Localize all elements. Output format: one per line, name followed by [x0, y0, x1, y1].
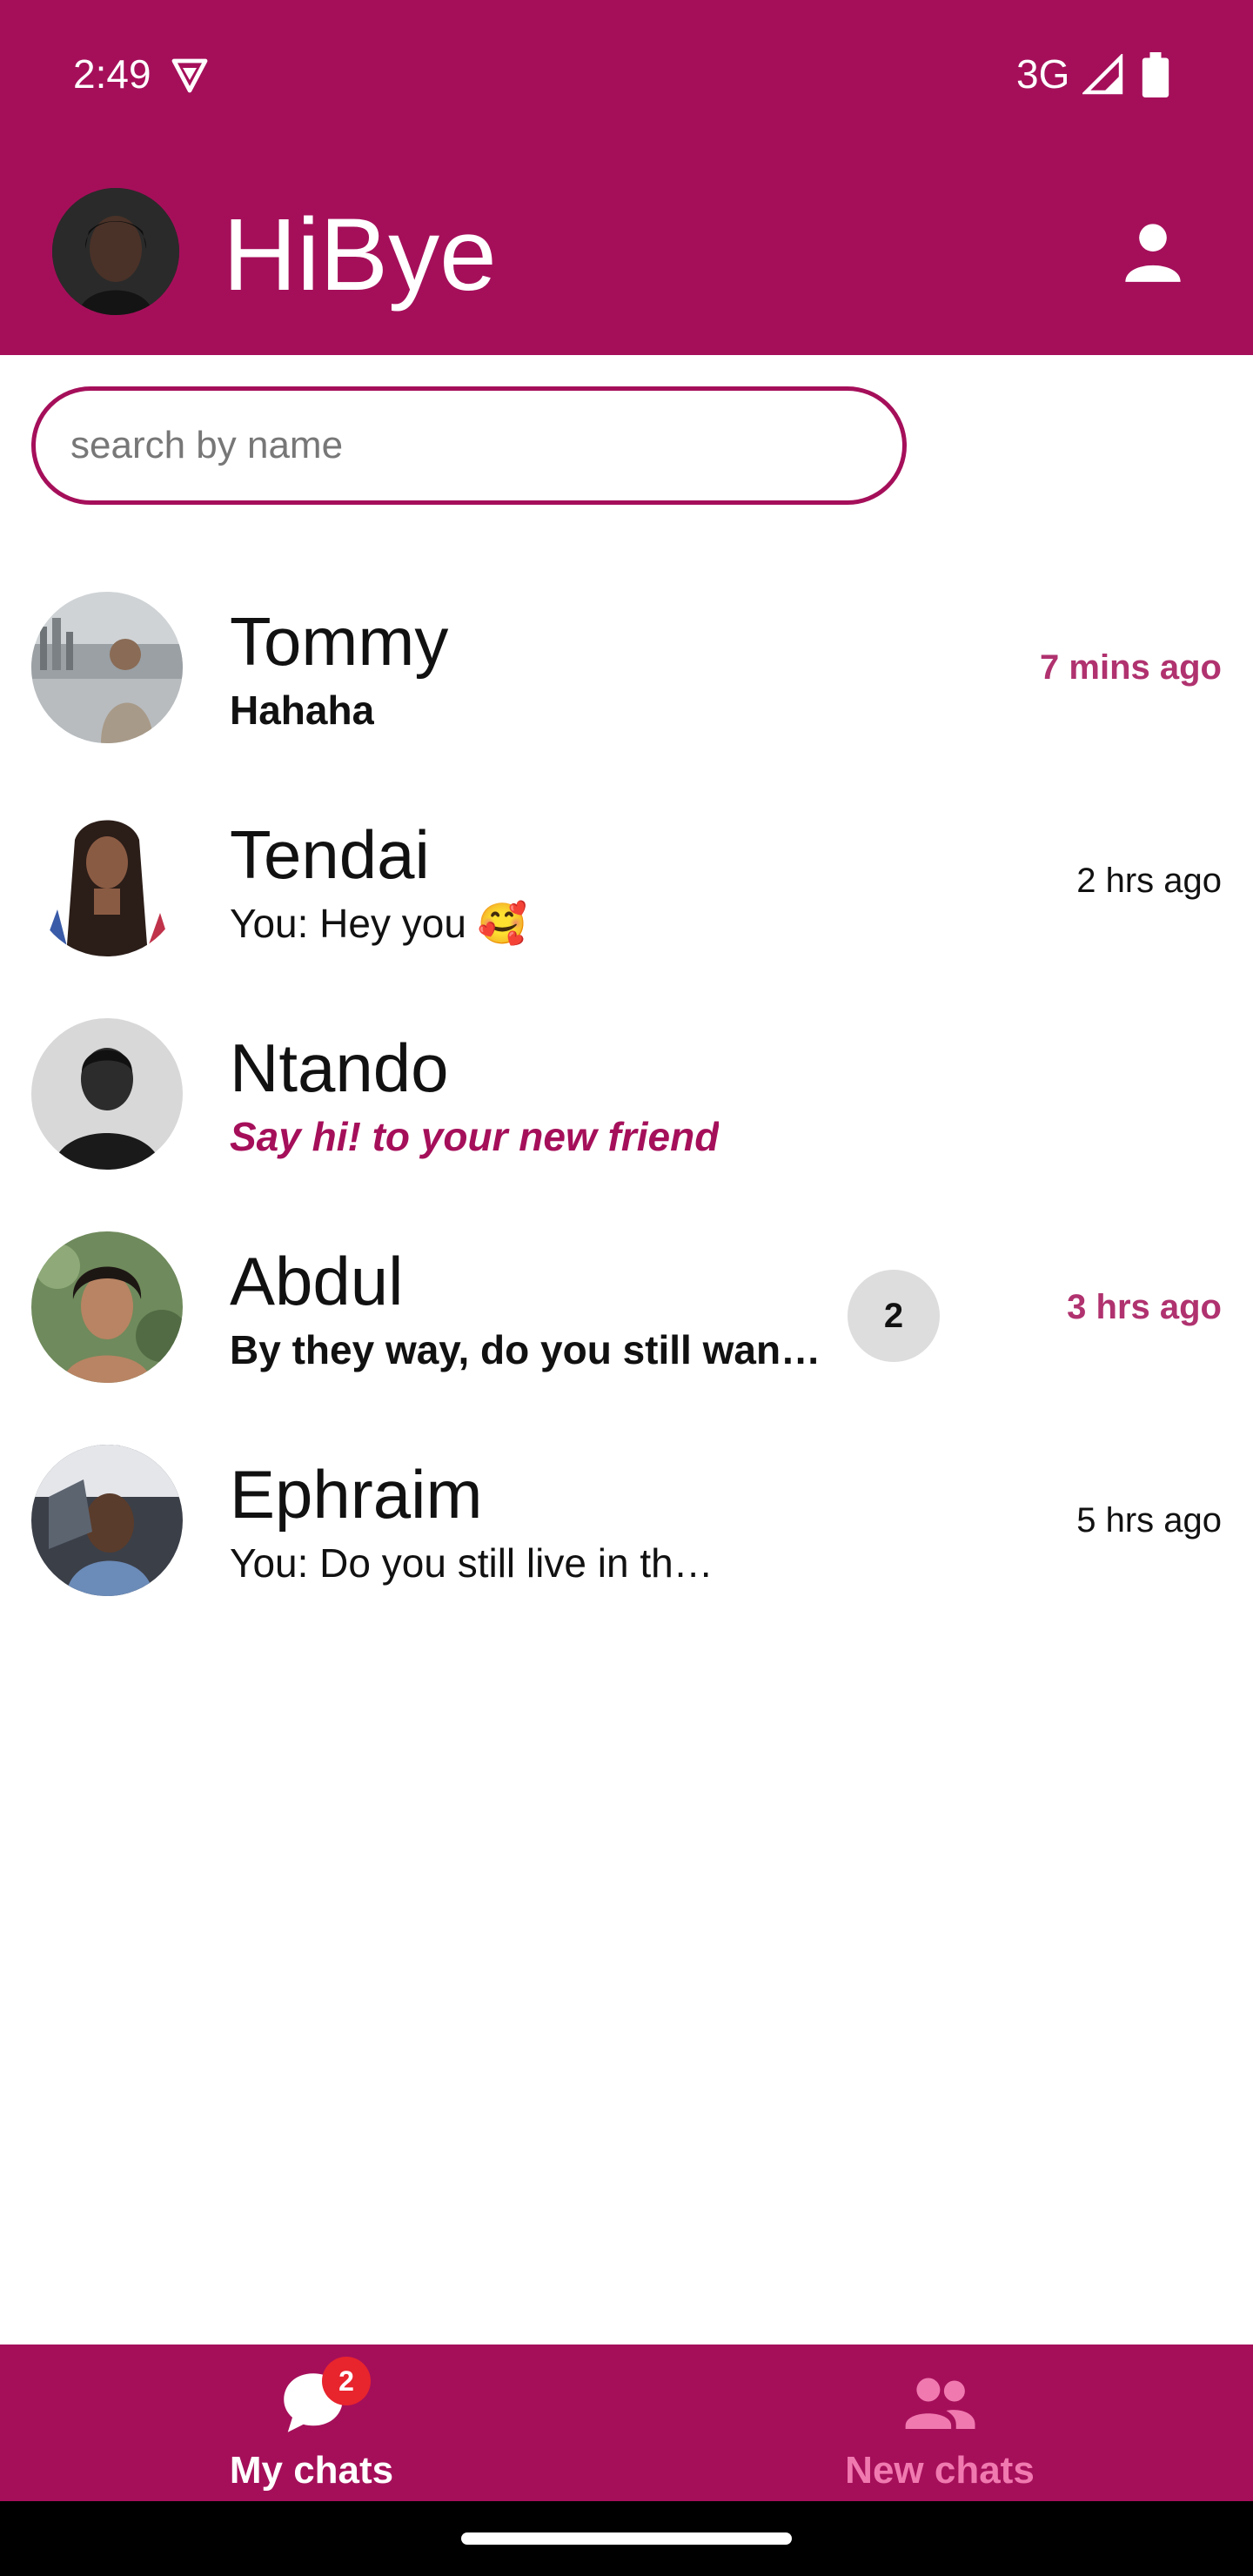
search-input[interactable] [70, 424, 902, 467]
chat-list: Tommy Hahaha 7 mins ago Tendai You: Hey … [0, 574, 1253, 1640]
chat-row-tommy[interactable]: Tommy Hahaha 7 mins ago [0, 574, 1253, 788]
status-bar: 2:49 3G [0, 0, 1253, 148]
chat-last-message: Say hi! to your new friend [230, 1114, 720, 1159]
avatar-abdul [31, 1231, 183, 1383]
chat-last-message: By they way, do you still wann… [230, 1327, 839, 1372]
app-header: 2:49 3G HiBye [0, 0, 1253, 355]
avatar-tommy [31, 592, 183, 743]
chat-name: Abdul [230, 1243, 404, 1319]
avatar-ephraim [31, 1445, 183, 1596]
new-chats-label: New chats [845, 2449, 1035, 2492]
chat-row-ntando[interactable]: Ntando Say hi! to your new friend [0, 1001, 1253, 1214]
search-field[interactable] [31, 386, 907, 505]
home-gesture-handle[interactable] [461, 2532, 792, 2545]
tab-my-chats[interactable]: 2 My chats [0, 2345, 626, 2501]
chat-name: Tommy [230, 603, 449, 680]
chat-row-ephraim[interactable]: Ephraim You: Do you still live in th… 5 … [0, 1427, 1253, 1640]
chat-time: 7 mins ago [1040, 648, 1222, 687]
system-navigation-bar [0, 2501, 1253, 2576]
user-avatar[interactable] [52, 188, 179, 315]
vpn-shield-icon [171, 58, 208, 93]
chat-name: Tendai [230, 816, 430, 893]
chat-time: 5 hrs ago [1076, 1501, 1222, 1540]
chat-time: 2 hrs ago [1076, 862, 1222, 900]
battery-icon [1142, 52, 1169, 97]
profile-icon [1125, 224, 1181, 282]
avatar-tendai [31, 805, 183, 956]
chat-last-message: Hahaha [230, 688, 375, 733]
chat-last-message: You: Do you still live in th… [230, 1540, 714, 1586]
bottom-nav: 2 My chats New chats [0, 2345, 1253, 2501]
chat-last-message: You: Hey you 🥰 [230, 901, 527, 946]
status-time: 2:49 [73, 51, 151, 97]
chat-name: Ephraim [230, 1456, 483, 1533]
people-icon [905, 2378, 975, 2429]
network-type: 3G [1016, 51, 1070, 97]
avatar-ntando [31, 1018, 183, 1170]
profile-button[interactable] [1116, 214, 1190, 289]
chat-time: 3 hrs ago [1067, 1288, 1222, 1326]
tab-new-chats[interactable]: New chats [626, 2345, 1253, 2501]
my-chats-label: My chats [229, 2449, 394, 2492]
app-title: HiBye [223, 198, 497, 312]
chat-row-tendai[interactable]: Tendai You: Hey you 🥰 2 hrs ago [0, 788, 1253, 1001]
unread-count-badge: 2 [848, 1270, 940, 1362]
chat-name: Ntando [230, 1030, 449, 1106]
signal-icon [1082, 54, 1123, 95]
my-chats-badge: 2 [322, 2357, 371, 2405]
chat-row-abdul[interactable]: Abdul By they way, do you still wann… 2 … [0, 1214, 1253, 1427]
